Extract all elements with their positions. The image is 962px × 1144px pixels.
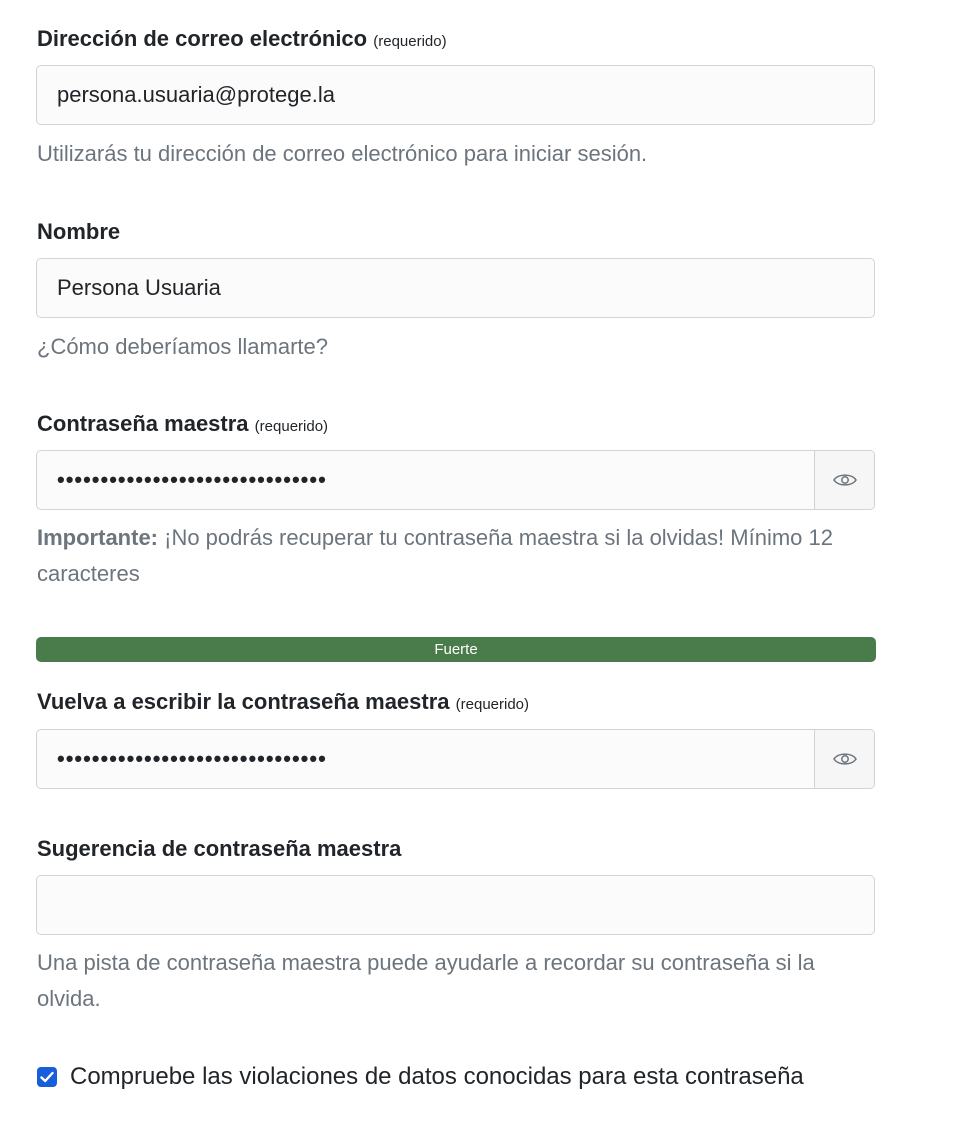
toggle-visibility-button[interactable]: [814, 730, 874, 788]
important-label: Importante:: [37, 525, 158, 550]
master-password-label: Contraseña maestra (requerido): [37, 411, 328, 437]
hint-field[interactable]: [36, 875, 875, 935]
master-password-help: Importante: ¡No podrás recuperar tu cont…: [37, 520, 867, 592]
retype-password-field: •••••••••••••••••••••••••••••••: [36, 729, 875, 789]
retype-password-input[interactable]: •••••••••••••••••••••••••••••••: [37, 730, 814, 788]
name-value: Persona Usuaria: [57, 275, 221, 300]
name-field[interactable]: Persona Usuaria: [36, 258, 875, 318]
hint-label: Sugerencia de contraseña maestra: [37, 836, 401, 862]
required-tag: (requerido): [455, 696, 530, 713]
hint-label-text: Sugerencia de contraseña maestra: [37, 836, 402, 861]
master-password-label-text: Contraseña maestra: [37, 411, 249, 436]
email-label-text: Dirección de correo electrónico: [37, 26, 368, 51]
name-help: ¿Cómo deberíamos llamarte?: [37, 334, 329, 359]
breach-check-label[interactable]: Compruebe las violaciones de datos conoc…: [70, 1059, 830, 1095]
eye-icon: [832, 474, 857, 486]
name-label-text: Nombre: [37, 219, 121, 244]
retype-password-value: •••••••••••••••••••••••••••••••: [57, 746, 327, 771]
name-label: Nombre: [37, 219, 120, 245]
retype-password-label: Vuelva a escribir la contraseña maestra …: [37, 689, 529, 715]
email-value: persona.usuaria@protege.la: [57, 82, 335, 107]
master-password-input[interactable]: •••••••••••••••••••••••••••••••: [37, 451, 814, 509]
master-password-field: •••••••••••••••••••••••••••••••: [36, 450, 875, 510]
strength-label: Fuerte: [434, 641, 478, 658]
email-help: Utilizarás tu dirección de correo electr…: [37, 141, 648, 166]
required-tag: (requerido): [373, 33, 447, 50]
toggle-visibility-button[interactable]: [814, 451, 874, 509]
breach-check-checkbox[interactable]: [37, 1067, 57, 1087]
registration-form: Dirección de correo electrónico (requeri…: [0, 0, 962, 1144]
retype-password-label-text: Vuelva a escribir la contraseña maestra: [37, 689, 450, 714]
required-tag: (requerido): [254, 418, 329, 435]
email-label: Dirección de correo electrónico (requeri…: [37, 26, 447, 52]
eye-icon: [832, 753, 857, 765]
hint-help: Una pista de contraseña maestra puede ay…: [37, 950, 815, 1011]
checkmark-icon: [40, 1071, 54, 1083]
email-field[interactable]: persona.usuaria@protege.la: [36, 65, 875, 125]
password-strength-bar: Fuerte: [36, 637, 876, 662]
master-password-value: •••••••••••••••••••••••••••••••: [57, 467, 327, 492]
